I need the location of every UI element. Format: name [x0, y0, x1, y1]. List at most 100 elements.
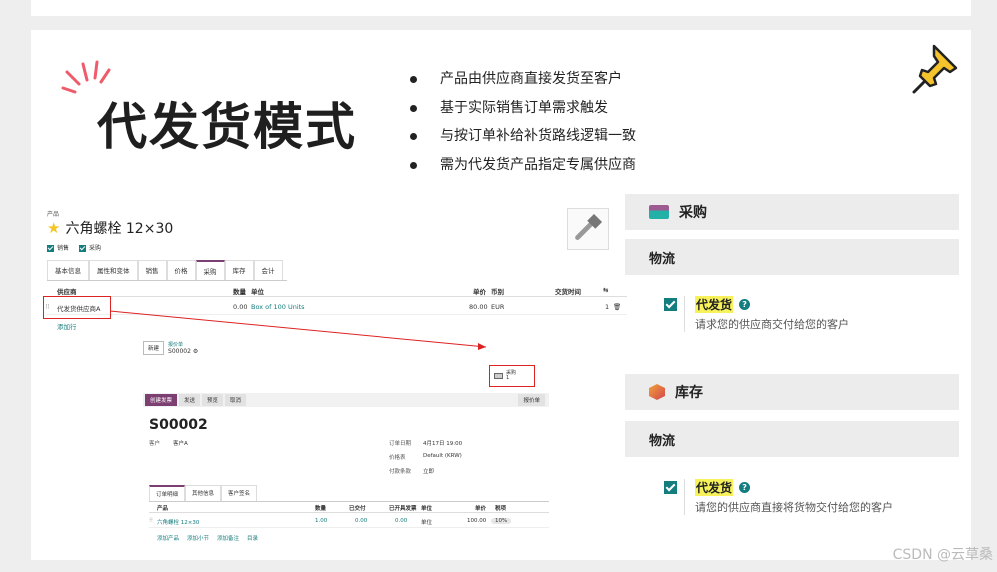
pricelist-value[interactable]: Default (KRW): [423, 453, 462, 459]
bullet-list: 产品由供应商直接发货至客户 基于实际销售订单需求触发 与按订单补给补货路线逻辑一…: [406, 65, 636, 179]
purchase-settings-header: 采购: [625, 194, 959, 230]
add-note-link[interactable]: 添加备注: [217, 534, 239, 542]
pushpin-icon: [912, 44, 958, 94]
line-invoiced: 0.00: [395, 518, 408, 524]
drag-handle-icon[interactable]: ⠿: [149, 518, 153, 524]
tab-signature[interactable]: 客户签名: [221, 485, 258, 501]
tab-sales[interactable]: 销售: [137, 260, 167, 280]
purchase-smart-button[interactable]: 采购 1: [489, 365, 535, 387]
breadcrumb[interactable]: 报价单 S00002 ⚙: [168, 341, 198, 355]
vendor-table-header: 供应商 数量 单位 单价 币别 交货时间 ⇆: [47, 283, 627, 297]
col-price: 单价: [475, 506, 487, 512]
can-be-sold-checkbox[interactable]: 销售: [47, 243, 69, 252]
product-label: 产品: [47, 211, 60, 218]
can-be-purchased-checkbox[interactable]: 采购: [79, 243, 101, 252]
bullet-item: 需为代发货产品指定专属供应商: [406, 151, 636, 180]
column-settings-icon[interactable]: ⇆: [603, 286, 608, 294]
checkbox-checked-icon: [47, 245, 54, 252]
inventory-settings-header: 库存: [625, 374, 959, 410]
bolt-icon: [575, 213, 603, 240]
order-date-value[interactable]: 4月17日 19:00: [423, 439, 462, 447]
vendor-highlight-box: [43, 296, 111, 319]
purchase-app-icon: [649, 205, 669, 219]
tab-order-lines[interactable]: 订单明细: [149, 485, 186, 501]
help-icon[interactable]: ?: [739, 299, 751, 310]
slide-title: 代发货模式: [97, 98, 357, 156]
vendor-currency: EUR: [491, 303, 505, 311]
status-quotation[interactable]: 报价单: [518, 394, 545, 406]
sale-order-action-bar: 创建发票 发送 预览 取消 报价单: [143, 393, 549, 407]
watermark: CSDN @云草桑: [892, 547, 993, 563]
line-price: 100.00: [467, 518, 487, 524]
new-button[interactable]: 新建: [143, 341, 165, 355]
inventory-logistics-section: 物流: [625, 421, 959, 457]
col-lead-time: 交货时间: [555, 288, 581, 296]
add-line-link[interactable]: 添加行: [57, 321, 77, 331]
order-date-label: 订单日期: [389, 441, 412, 447]
cancel-button[interactable]: 取消: [225, 394, 247, 406]
dropship-title: 代发货: [695, 479, 734, 496]
previous-slide-edge: [31, 0, 971, 16]
odoo-screenshot: 产品 ★ 六角螺栓 12×30 销售 采购 基本信息 属性和变体 销售 价格 采…: [41, 205, 627, 550]
purchase-smart-count: 1: [506, 375, 510, 381]
tab-purchase[interactable]: 采购: [195, 260, 225, 280]
tab-accounting[interactable]: 会计: [253, 260, 283, 280]
order-lines-header: 产品 数量 已交付 已开具发票 单位 单价 税项: [149, 502, 549, 513]
catalog-link[interactable]: 目录: [247, 534, 258, 542]
vendor-lead: 1: [605, 303, 610, 311]
order-line-links: 添加产品 添加小节 添加备注 目录: [157, 534, 258, 542]
send-button[interactable]: 发送: [179, 394, 201, 406]
dropship-checkbox[interactable]: [664, 481, 677, 494]
product-name-text: 六角螺栓 12×30: [65, 221, 174, 237]
tab-price[interactable]: 价格: [166, 260, 196, 280]
bullet-item: 产品由供应商直接发货至客户: [406, 65, 636, 94]
col-vendor: 供应商: [57, 288, 77, 296]
create-invoice-button[interactable]: 创建发票: [145, 394, 178, 406]
vendor-price: 80.00: [469, 303, 488, 311]
col-tax: 税项: [495, 506, 507, 512]
dropship-description: 请您的供应商直接将货物交付给您的客户: [695, 501, 893, 514]
line-qty: 1.00: [315, 518, 328, 524]
tab-general[interactable]: 基本信息: [47, 260, 89, 280]
col-delivered: 已交付: [349, 506, 366, 512]
product-flags: 销售 采购: [47, 243, 101, 252]
checkbox-checked-icon: [79, 245, 87, 252]
inventory-app-icon: [649, 384, 665, 400]
help-icon[interactable]: ?: [739, 482, 751, 493]
table-row[interactable]: ⠿ 六角螺栓 12×30 1.00 0.00 0.00 单位 100.00 10…: [149, 516, 549, 528]
customer-value[interactable]: 客户A: [173, 439, 188, 447]
gear-icon: ⚙: [192, 348, 199, 355]
vendor-unit: Box of 100 Units: [251, 303, 305, 311]
col-product: 产品: [157, 506, 169, 512]
bullet-item: 与按订单补给补货路线逻辑一致: [406, 122, 636, 151]
add-product-link[interactable]: 添加产品: [157, 534, 179, 542]
col-currency: 币别: [491, 288, 504, 296]
line-product: 六角螺栓 12×30: [157, 520, 200, 526]
sale-order-tabs: 订单明细 其他信息 客户签名: [149, 485, 549, 502]
dropship-checkbox[interactable]: [664, 298, 677, 311]
trash-icon[interactable]: 🗑: [613, 303, 621, 311]
tab-inventory[interactable]: 库存: [224, 260, 254, 280]
add-section-link[interactable]: 添加小节: [187, 534, 209, 542]
line-tax-badge: 10%: [491, 518, 512, 524]
col-price: 单价: [473, 288, 486, 296]
preview-button[interactable]: 预览: [202, 394, 224, 406]
col-qty: 数量: [233, 288, 246, 296]
customer-label: 客户: [149, 441, 161, 447]
table-row[interactable]: ⠿ 代发货供应商A 0.00 Box of 100 Units 80.00 EU…: [45, 299, 627, 315]
inventory-dropship-setting: 代发货? 请您的供应商直接将货物交付给您的客户: [664, 479, 893, 515]
sale-order-breadcrumb: 新建 报价单 S00002 ⚙: [143, 341, 198, 355]
sale-order-number: S00002: [149, 417, 208, 433]
credit-card-icon: [494, 373, 503, 379]
pricelist-label: 价格表: [389, 455, 406, 461]
product-image[interactable]: [567, 208, 609, 250]
tab-other-info[interactable]: 其他信息: [185, 485, 222, 501]
favorite-star-icon[interactable]: ★: [47, 219, 60, 237]
product-name: ★ 六角螺栓 12×30: [47, 218, 173, 238]
col-unit: 单位: [251, 288, 264, 296]
tab-attributes[interactable]: 属性和变体: [89, 260, 138, 280]
line-unit: 单位: [421, 520, 433, 526]
col-invoiced: 已开具发票: [389, 506, 417, 512]
dropship-title: 代发货: [695, 296, 734, 313]
payment-terms-value[interactable]: 立即: [423, 467, 434, 475]
